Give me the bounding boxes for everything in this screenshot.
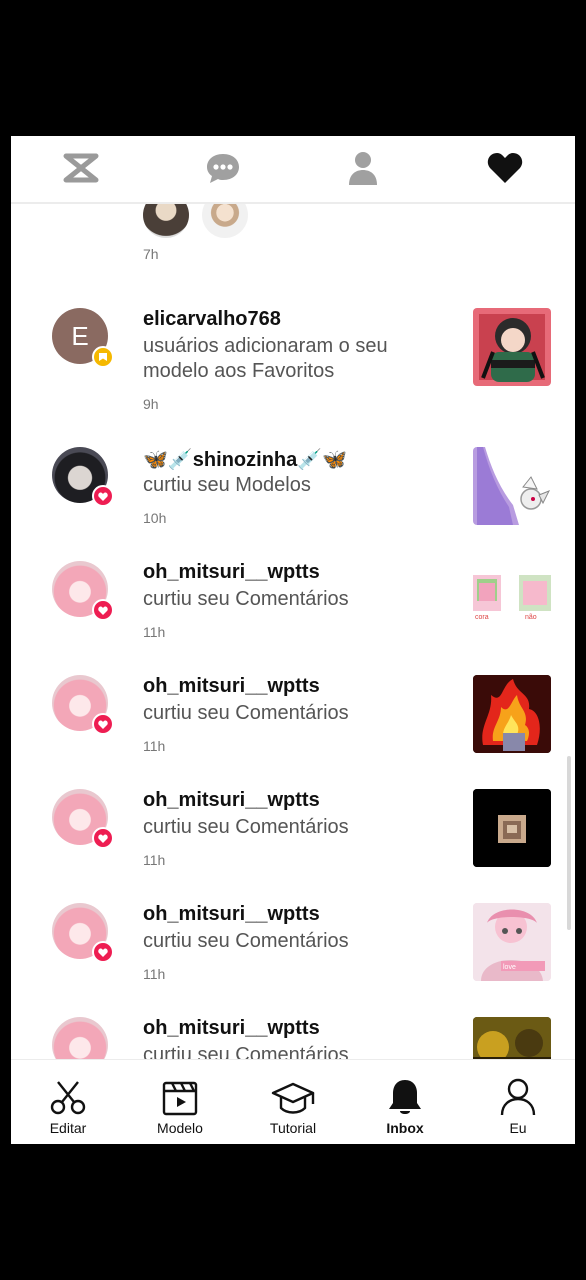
notification-text: usuários adicionaram o seu modelo aos Fa… <box>143 335 388 382</box>
list-item[interactable]: oh_mitsuri__wptts curtiu seu Comentários… <box>11 561 575 675</box>
list-item[interactable]: oh_mitsuri__wptts curtiu seu Comentários <box>11 1017 575 1059</box>
bell-icon <box>360 1076 450 1116</box>
notification-text: curtiu seu Comentários <box>143 702 349 724</box>
clapperboard-icon <box>135 1076 225 1116</box>
notification-text: curtiu seu Comentários <box>143 1044 349 1059</box>
timestamp: 11h <box>143 966 166 982</box>
avatar[interactable] <box>52 1017 108 1059</box>
svg-text:cora: cora <box>475 614 489 621</box>
username[interactable]: oh_mitsuri__wptts <box>143 903 320 926</box>
template-thumbnail[interactable] <box>473 789 551 867</box>
bottom-navigation: Editar Modelo Tutorial Inbox Eu <box>11 1059 575 1144</box>
list-item-partial[interactable]: 7h <box>11 204 575 272</box>
username[interactable]: elicarvalho768 <box>143 308 281 331</box>
graduation-cap-icon <box>248 1076 338 1116</box>
username[interactable]: oh_mitsuri__wptts <box>143 561 320 584</box>
profile-icon <box>473 1076 563 1116</box>
like-badge-icon <box>92 485 114 507</box>
like-badge-icon <box>92 713 114 735</box>
like-badge-icon <box>92 599 114 621</box>
notification-text: curtiu seu Comentários <box>143 930 349 952</box>
notification-text: curtiu seu Modelos <box>143 474 311 496</box>
nav-editar[interactable]: Editar <box>23 1076 113 1136</box>
template-thumbnail[interactable] <box>473 675 551 753</box>
timestamp: 11h <box>143 738 166 754</box>
list-item[interactable]: oh_mitsuri__wptts curtiu seu Comentários… <box>11 903 575 1017</box>
username[interactable]: 🦋💉shinozinha💉🦋 <box>143 447 347 472</box>
person-icon[interactable] <box>341 146 385 190</box>
notifications-screen: 7h E elicarvalho768 usuários adicionaram… <box>11 136 575 1144</box>
timestamp: 11h <box>143 624 166 640</box>
template-thumbnail[interactable] <box>473 1017 551 1059</box>
nav-inbox[interactable]: Inbox <box>360 1076 450 1136</box>
nav-modelo[interactable]: Modelo <box>135 1076 225 1136</box>
svg-text:love: love <box>503 964 516 971</box>
liker-avatar[interactable] <box>202 204 248 238</box>
notification-feed[interactable]: 7h E elicarvalho768 usuários adicionaram… <box>11 204 575 1059</box>
favorite-badge-icon <box>92 346 114 368</box>
timestamp: 7h <box>143 246 159 262</box>
timestamp: 10h <box>143 510 167 526</box>
template-thumbnail[interactable]: cora não <box>473 561 551 639</box>
notification-text: curtiu seu Comentários <box>143 588 349 610</box>
template-thumbnail[interactable]: love <box>473 903 551 981</box>
template-thumbnail[interactable] <box>473 308 551 386</box>
template-thumbnail[interactable] <box>473 447 551 525</box>
nav-tutorial[interactable]: Tutorial <box>248 1076 338 1136</box>
chat-bubble-icon[interactable] <box>201 146 245 190</box>
username[interactable]: oh_mitsuri__wptts <box>143 789 320 812</box>
username[interactable]: oh_mitsuri__wptts <box>143 1017 320 1040</box>
scissors-icon <box>23 1076 113 1116</box>
username[interactable]: oh_mitsuri__wptts <box>143 675 320 698</box>
like-badge-icon <box>92 827 114 849</box>
timestamp: 11h <box>143 852 166 868</box>
list-item[interactable]: E elicarvalho768 usuários adicionaram o … <box>11 308 575 422</box>
inbox-category-bar <box>11 136 575 204</box>
list-item[interactable]: oh_mitsuri__wptts curtiu seu Comentários… <box>11 675 575 789</box>
list-item[interactable]: oh_mitsuri__wptts curtiu seu Comentários… <box>11 789 575 903</box>
scrollbar[interactable] <box>567 756 571 930</box>
svg-text:não: não <box>525 614 537 621</box>
liker-avatar[interactable] <box>143 204 189 238</box>
notification-text: curtiu seu Comentários <box>143 816 349 838</box>
capcut-logo-icon[interactable] <box>59 146 103 190</box>
like-badge-icon <box>92 941 114 963</box>
nav-eu[interactable]: Eu <box>473 1076 563 1136</box>
timestamp: 9h <box>143 396 159 412</box>
heart-icon[interactable] <box>483 146 527 190</box>
list-item[interactable]: 🦋💉shinozinha💉🦋 curtiu seu Modelos 10h <box>11 447 575 561</box>
